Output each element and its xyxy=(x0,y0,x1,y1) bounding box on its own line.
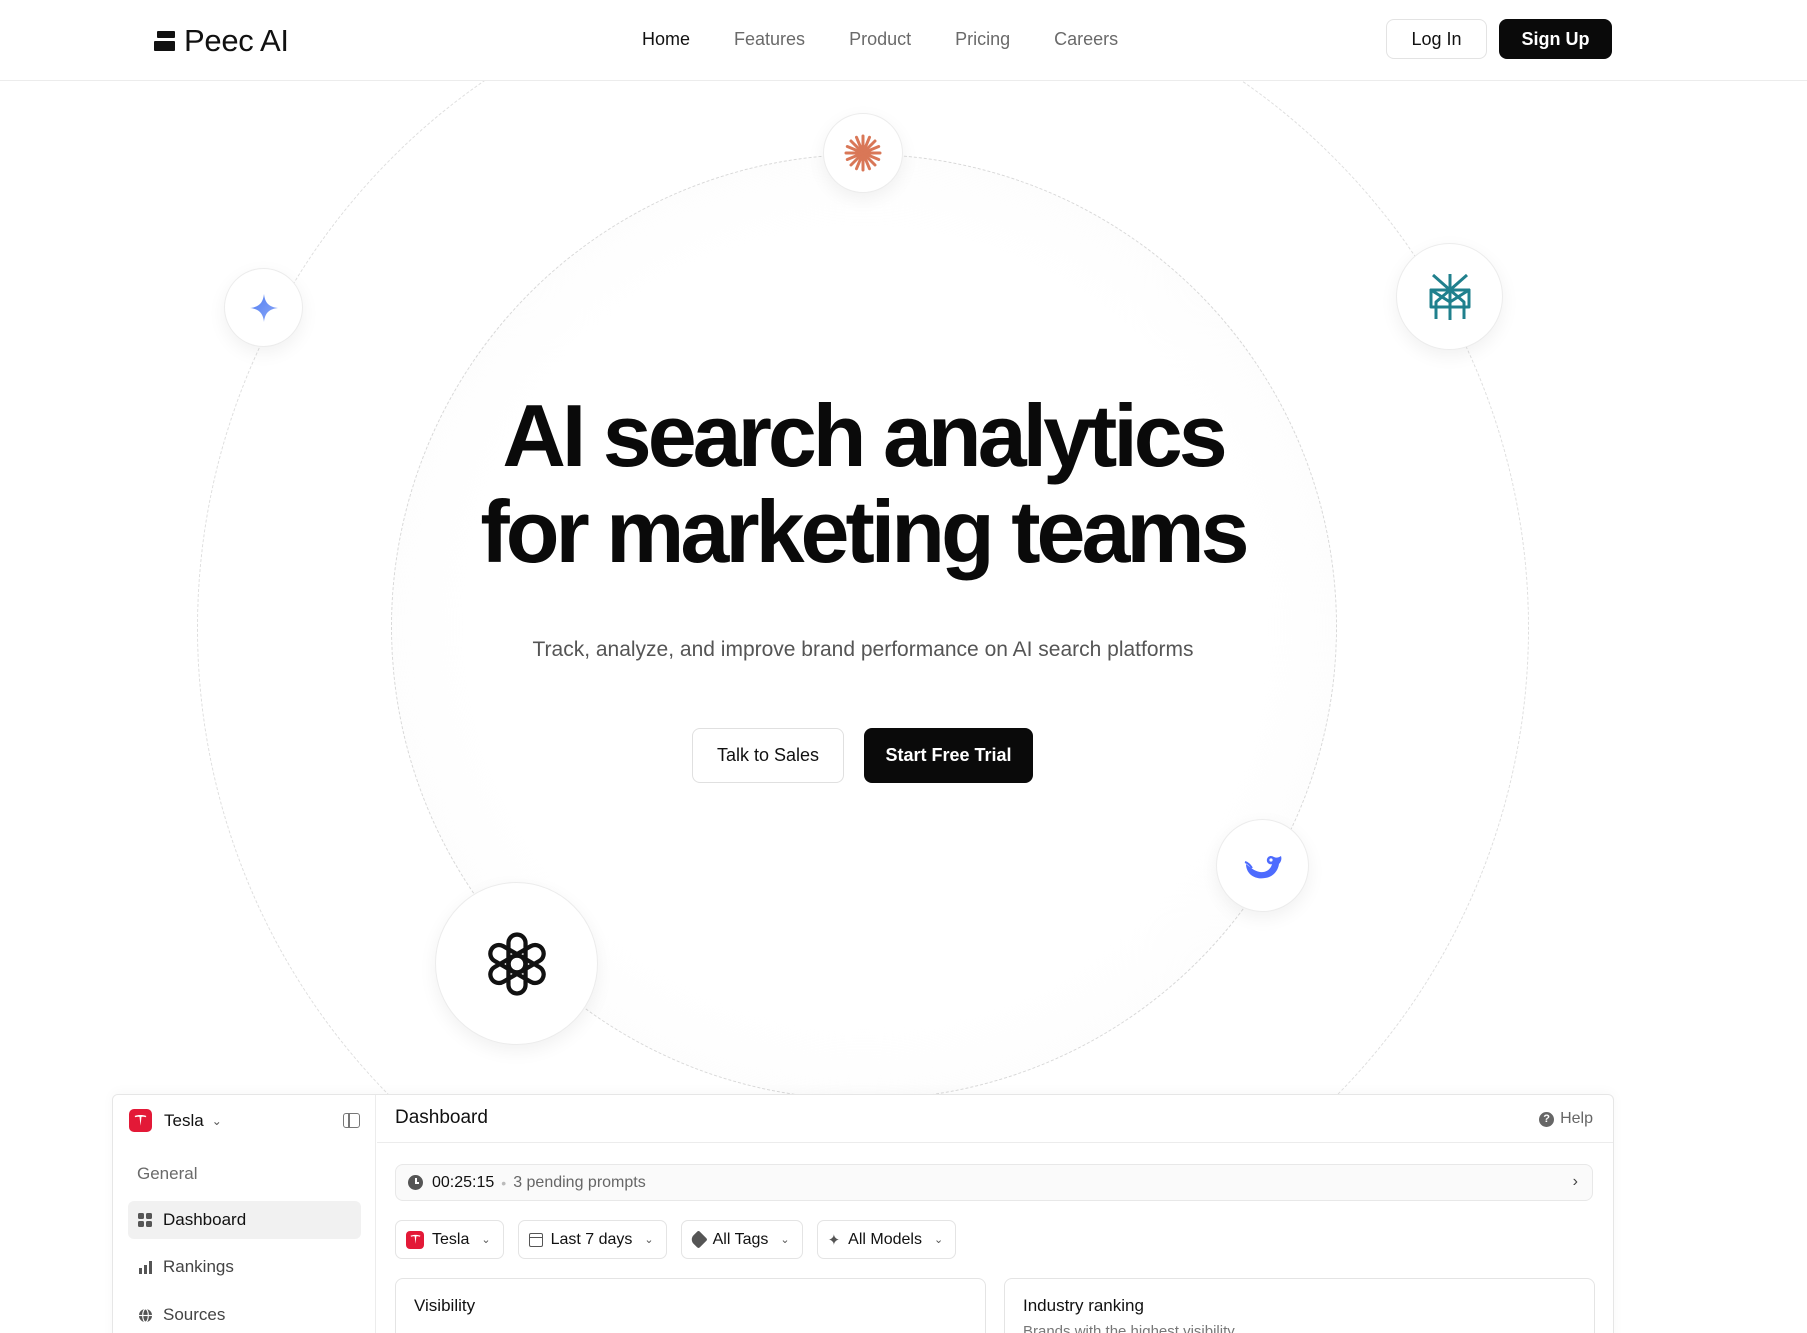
date-range-label: Last 7 days xyxy=(550,1230,633,1248)
claude-icon xyxy=(844,134,882,172)
pending-prompts-text: 3 pending prompts xyxy=(513,1173,646,1191)
pending-prompts-bar[interactable]: 00:25:15 • 3 pending prompts › xyxy=(395,1164,1593,1201)
sidebar-item-rankings[interactable]: Rankings xyxy=(128,1248,361,1286)
deepseek-icon xyxy=(1244,855,1281,878)
nav-product[interactable]: Product xyxy=(827,27,933,51)
models-filter-label: All Models xyxy=(848,1230,922,1248)
brand-filter[interactable]: Tesla ⌄ xyxy=(395,1220,504,1259)
brand-name: Tesla xyxy=(164,1110,204,1130)
start-free-trial-button[interactable]: Start Free Trial xyxy=(864,728,1033,783)
tags-filter-label: All Tags xyxy=(712,1230,769,1248)
globe-icon xyxy=(138,1307,153,1323)
sidebar-item-label: Sources xyxy=(163,1305,226,1324)
gemini-icon xyxy=(249,293,278,322)
tags-filter[interactable]: All Tags ⌄ xyxy=(680,1220,803,1259)
card-subtitle: Brands with the highest visibility xyxy=(1023,1323,1235,1333)
hero-title-line-1: AI search analytics xyxy=(502,386,1227,485)
sidebar-item-sources[interactable]: Sources xyxy=(128,1296,361,1333)
tesla-logo-icon xyxy=(129,1109,152,1132)
dashboard-header: Dashboard ? Help xyxy=(377,1095,1613,1143)
industry-ranking-card: Industry ranking Brands with the highest… xyxy=(1004,1278,1595,1333)
sidebar-item-dashboard[interactable]: Dashboard xyxy=(128,1201,361,1239)
brand-switcher[interactable]: Tesla ⌄ xyxy=(129,1109,222,1132)
chevron-down-icon: ⌄ xyxy=(644,1234,654,1246)
page: Peec AI Home Features Product Pricing Ca… xyxy=(0,0,1807,1333)
deepseek-icon-bubble xyxy=(1216,819,1309,912)
hero-subtitle: Track, analyze, and improve brand perfor… xyxy=(532,638,1194,661)
dashboard-sidebar: Tesla ⌄ General Dashboard Rankings Sourc… xyxy=(113,1095,376,1333)
login-button[interactable]: Log In xyxy=(1386,19,1487,59)
brand-filter-label: Tesla xyxy=(432,1230,470,1248)
logo-mark-icon xyxy=(154,29,175,53)
chevron-down-icon: ⌄ xyxy=(933,1234,944,1246)
page-title: Dashboard xyxy=(395,1107,488,1128)
dashboard-preview: Tesla ⌄ General Dashboard Rankings Sourc… xyxy=(112,1094,1614,1333)
talk-to-sales-button[interactable]: Talk to Sales xyxy=(692,728,844,783)
grid-icon xyxy=(138,1212,153,1228)
sidebar-toggle-icon[interactable] xyxy=(343,1113,360,1128)
visibility-card: Visibility xyxy=(395,1278,986,1333)
help-link[interactable]: ? Help xyxy=(1539,1110,1593,1128)
logo-text: Peec AI xyxy=(184,23,289,58)
card-title: Industry ranking xyxy=(1023,1296,1144,1315)
sparkles-icon: ✦ xyxy=(827,1231,841,1249)
help-label: Help xyxy=(1560,1110,1593,1127)
sidebar-section-label: General xyxy=(137,1164,198,1183)
signup-button[interactable]: Sign Up xyxy=(1499,19,1612,59)
bar-chart-icon xyxy=(139,1260,152,1274)
chevron-down-icon: ⌄ xyxy=(211,1113,222,1128)
dot-separator: • xyxy=(501,1174,507,1191)
nav-features[interactable]: Features xyxy=(712,27,827,51)
openai-icon xyxy=(487,931,546,996)
help-icon: ? xyxy=(1539,1111,1555,1127)
card-title: Visibility xyxy=(414,1296,476,1315)
clock-icon xyxy=(408,1175,423,1190)
perplexity-icon xyxy=(1429,273,1470,320)
models-filter[interactable]: ✦ All Models ⌄ xyxy=(816,1220,957,1259)
site-header: Peec AI Home Features Product Pricing Ca… xyxy=(0,0,1807,81)
tag-icon xyxy=(688,1230,708,1249)
sidebar-item-label: Dashboard xyxy=(163,1210,247,1229)
chevron-down-icon: ⌄ xyxy=(481,1234,491,1246)
tesla-logo-icon xyxy=(406,1230,424,1249)
gemini-icon-bubble xyxy=(224,268,303,347)
main-nav: Home Features Product Pricing Careers xyxy=(620,27,1140,51)
dashboard-main: Dashboard ? Help 00:25:15 • 3 pending pr… xyxy=(377,1095,1613,1333)
nav-pricing[interactable]: Pricing xyxy=(933,27,1032,51)
filter-bar: Tesla ⌄ Last 7 days ⌄ All Tags ⌄ ✦ All M… xyxy=(395,1220,957,1259)
nav-careers[interactable]: Careers xyxy=(1032,27,1140,51)
perplexity-icon-bubble xyxy=(1396,243,1503,350)
logo[interactable]: Peec AI xyxy=(154,22,289,60)
calendar-icon xyxy=(528,1232,543,1247)
chevron-down-icon: ⌄ xyxy=(780,1234,790,1246)
claude-icon-bubble xyxy=(823,113,903,193)
nav-home[interactable]: Home xyxy=(620,27,712,51)
pending-timer: 00:25:15 xyxy=(432,1173,495,1191)
openai-icon-bubble xyxy=(435,882,598,1045)
hero-title-line-2: for marketing teams xyxy=(480,482,1249,581)
hero-title: AI search analytics for marketing teams xyxy=(0,388,1726,580)
date-range-filter[interactable]: Last 7 days ⌄ xyxy=(517,1220,667,1259)
chevron-right-icon: › xyxy=(1572,1173,1578,1190)
sidebar-item-label: Rankings xyxy=(163,1257,234,1276)
